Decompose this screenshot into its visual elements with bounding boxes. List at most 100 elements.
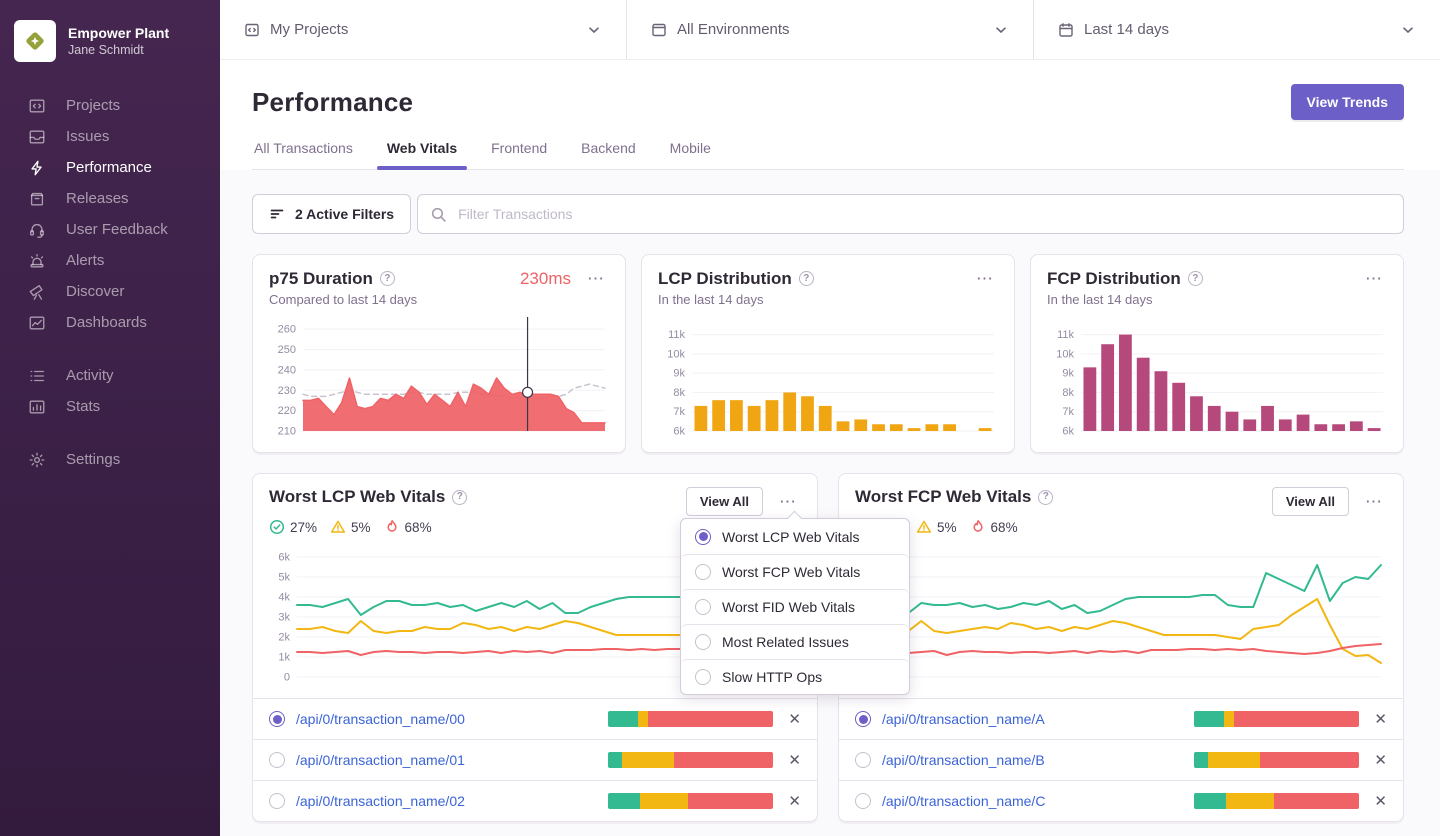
close-icon[interactable]: ✕	[784, 710, 801, 728]
app-root: Empower Plant Jane Schmidt Projects Issu…	[0, 0, 1440, 836]
sidebar-item-label: Dashboards	[66, 314, 147, 331]
activity-icon	[28, 367, 46, 385]
close-icon[interactable]: ✕	[1370, 751, 1387, 769]
sidebar-item-settings[interactable]: Settings	[0, 444, 220, 475]
mini-chart-row: p75 Duration? 230ms⋯ Compared to last 14…	[252, 254, 1404, 453]
card-title: Worst LCP Web Vitals	[269, 487, 445, 507]
transaction-link[interactable]: /api/0/transaction_name/B	[882, 752, 1183, 768]
card-title: LCP Distribution	[658, 269, 792, 289]
transaction-link[interactable]: /api/0/transaction_name/00	[296, 711, 597, 727]
transaction-link[interactable]: /api/0/transaction_name/C	[882, 793, 1183, 809]
sidebar-item-issues[interactable]: Issues	[0, 121, 220, 152]
close-icon[interactable]: ✕	[1370, 710, 1387, 728]
tab-mobile[interactable]: Mobile	[668, 140, 713, 169]
org-switcher[interactable]: Empower Plant Jane Schmidt	[0, 12, 220, 76]
check-circle-icon	[269, 519, 285, 535]
card-options-menu: Worst LCP Web Vitals Worst FCP Web Vital…	[680, 518, 910, 695]
sidebar-item-projects[interactable]: Projects	[0, 90, 220, 121]
meh-percent: 5%	[937, 520, 957, 535]
menu-item-slow-http-ops[interactable]: Slow HTTP Ops	[681, 659, 909, 694]
chevron-down-icon	[993, 22, 1009, 38]
sidebar-item-label: Projects	[66, 97, 120, 114]
close-icon[interactable]: ✕	[784, 792, 801, 810]
row-radio[interactable]	[269, 711, 285, 727]
tab-frontend[interactable]: Frontend	[489, 140, 549, 169]
help-icon[interactable]: ?	[1188, 271, 1203, 286]
table-row: /api/0/transaction_name/B ✕	[839, 739, 1403, 780]
help-icon[interactable]: ?	[380, 271, 395, 286]
worst-fcp-card: Worst FCP Web Vitals? View All ⋯ 27% 5% …	[838, 473, 1404, 822]
close-icon[interactable]: ✕	[784, 751, 801, 769]
menu-item-worst-fid[interactable]: Worst FID Web Vitals	[681, 589, 909, 624]
p75-value: 230ms	[520, 269, 571, 289]
active-filters-button[interactable]: 2 Active Filters	[252, 194, 411, 234]
filter-icon	[269, 206, 285, 222]
help-icon[interactable]: ?	[799, 271, 814, 286]
svg-text:9k: 9k	[673, 368, 685, 380]
sidebar-item-dashboards[interactable]: Dashboards	[0, 307, 220, 338]
sidebar-item-releases[interactable]: Releases	[0, 183, 220, 214]
row-radio[interactable]	[855, 711, 871, 727]
view-all-button[interactable]: View All	[1272, 487, 1349, 516]
view-trends-button[interactable]: View Trends	[1291, 84, 1404, 120]
sidebar-item-user-feedback[interactable]: User Feedback	[0, 214, 220, 245]
project-filter-label: My Projects	[270, 21, 576, 38]
org-text: Empower Plant Jane Schmidt	[68, 25, 169, 58]
sidebar-item-label: Alerts	[66, 252, 104, 269]
gear-icon	[28, 451, 46, 469]
chevron-down-icon	[586, 22, 602, 38]
table-row: /api/0/transaction_name/00 ✕	[253, 698, 817, 739]
transaction-link[interactable]: /api/0/transaction_name/A	[882, 711, 1183, 727]
search-icon	[430, 206, 447, 223]
row-radio[interactable]	[269, 752, 285, 768]
project-filter-dropdown[interactable]: My Projects	[220, 0, 627, 59]
date-range-dropdown[interactable]: Last 14 days	[1034, 0, 1440, 59]
fcp-distribution-card: FCP Distribution? ⋯ In the last 14 days …	[1030, 254, 1404, 453]
sidebar-item-alerts[interactable]: Alerts	[0, 245, 220, 276]
help-icon[interactable]: ?	[452, 490, 467, 505]
sidebar-item-activity[interactable]: Activity	[0, 360, 220, 391]
card-subtitle: In the last 14 days	[1047, 292, 1387, 307]
more-options-icon[interactable]: ⋯	[1361, 491, 1387, 512]
help-icon[interactable]: ?	[1038, 490, 1053, 505]
more-options-icon[interactable]: ⋯	[775, 491, 801, 512]
page-title: Performance	[252, 87, 413, 118]
fire-icon	[970, 519, 986, 535]
radio-icon	[695, 564, 711, 580]
svg-text:10k: 10k	[1056, 348, 1074, 360]
search-input[interactable]	[456, 205, 1391, 223]
tab-backend[interactable]: Backend	[579, 140, 637, 169]
more-options-icon[interactable]: ⋯	[1361, 268, 1387, 289]
vitals-summary: 27% 5% 68%	[839, 516, 1403, 535]
p75-duration-card: p75 Duration? 230ms⋯ Compared to last 14…	[252, 254, 626, 453]
table-row: /api/0/transaction_name/C ✕	[839, 780, 1403, 821]
menu-item-label: Worst LCP Web Vitals	[722, 529, 859, 545]
svg-text:0: 0	[284, 672, 290, 684]
close-icon[interactable]: ✕	[1370, 792, 1387, 810]
transaction-link[interactable]: /api/0/transaction_name/01	[296, 752, 597, 768]
good-percent: 27%	[290, 520, 317, 535]
vitals-distribution-bar	[1194, 793, 1359, 809]
menu-item-worst-fcp[interactable]: Worst FCP Web Vitals	[681, 554, 909, 589]
menu-item-worst-lcp[interactable]: Worst LCP Web Vitals	[681, 519, 909, 554]
menu-item-most-related-issues[interactable]: Most Related Issues	[681, 624, 909, 659]
svg-text:260: 260	[278, 324, 296, 336]
more-options-icon[interactable]: ⋯	[972, 268, 998, 289]
sidebar-item-stats[interactable]: Stats	[0, 391, 220, 422]
tab-web-vitals[interactable]: Web Vitals	[385, 140, 459, 169]
menu-item-label: Slow HTTP Ops	[722, 669, 822, 685]
sidebar-item-performance[interactable]: Performance	[0, 152, 220, 183]
warning-triangle-icon	[916, 519, 932, 535]
row-radio[interactable]	[269, 793, 285, 809]
tab-all-transactions[interactable]: All Transactions	[252, 140, 355, 169]
more-options-icon[interactable]: ⋯	[583, 268, 609, 289]
view-all-button[interactable]: View All	[686, 487, 763, 516]
vitals-distribution-bar	[608, 793, 773, 809]
row-radio[interactable]	[855, 752, 871, 768]
sidebar-item-discover[interactable]: Discover	[0, 276, 220, 307]
environment-filter-dropdown[interactable]: All Environments	[627, 0, 1034, 59]
user-feedback-icon	[28, 221, 46, 239]
transaction-link[interactable]: /api/0/transaction_name/02	[296, 793, 597, 809]
svg-text:240: 240	[278, 364, 296, 376]
row-radio[interactable]	[855, 793, 871, 809]
